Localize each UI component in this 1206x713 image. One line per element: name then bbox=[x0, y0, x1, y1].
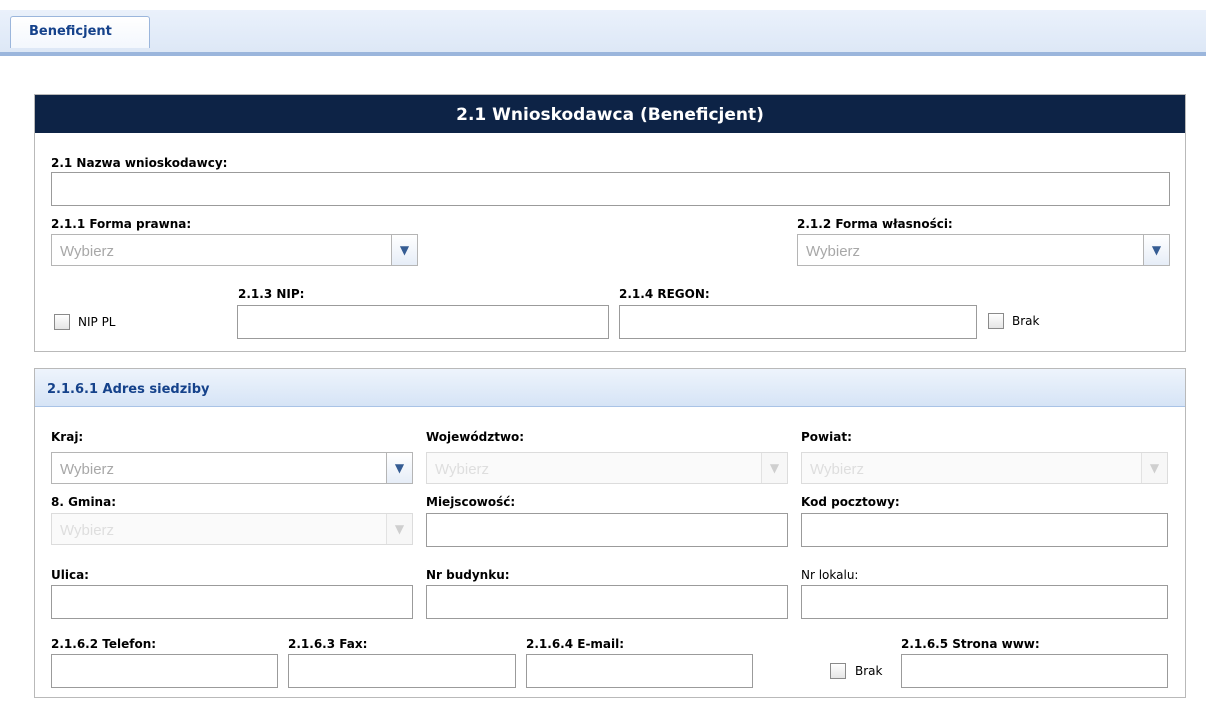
wnioskodawca-panel: 2.1 Wnioskodawca (Beneficjent) 2.1 Nazwa… bbox=[34, 94, 1186, 352]
kraj-select[interactable]: Wybierz ▼ bbox=[51, 452, 413, 484]
nip-input[interactable] bbox=[237, 305, 609, 339]
chevron-down-icon[interactable]: ▼ bbox=[761, 453, 787, 483]
regon-input[interactable] bbox=[619, 305, 977, 339]
chevron-down-icon[interactable]: ▼ bbox=[1141, 453, 1167, 483]
tab-bar: Beneficjent bbox=[0, 10, 1206, 56]
nip-label: 2.1.3 NIP: bbox=[238, 287, 305, 301]
chevron-down-icon[interactable]: ▼ bbox=[391, 235, 417, 265]
fax-input[interactable] bbox=[288, 654, 516, 688]
wojewodztwo-value: Wybierz bbox=[435, 461, 490, 478]
chevron-down-icon[interactable]: ▼ bbox=[386, 514, 412, 544]
chevron-down-icon[interactable]: ▼ bbox=[386, 453, 412, 483]
tab-underline bbox=[0, 52, 1206, 55]
email-input[interactable] bbox=[526, 654, 753, 688]
email-label: 2.1.6.4 E-mail: bbox=[526, 637, 625, 651]
forma-prawna-label: 2.1.1 Forma prawna: bbox=[51, 217, 192, 231]
fax-label: 2.1.6.3 Fax: bbox=[288, 637, 368, 651]
address-title: 2.1.6.1 Adres siedziby bbox=[35, 369, 1185, 407]
kraj-label: Kraj: bbox=[51, 430, 84, 444]
powiat-value: Wybierz bbox=[810, 461, 865, 478]
forma-wlasnosci-label: 2.1.2 Forma własności: bbox=[797, 217, 953, 231]
miejscowosc-input[interactable] bbox=[426, 513, 788, 547]
forma-wlasnosci-select[interactable]: Wybierz ▼ bbox=[797, 234, 1170, 266]
telefon-label: 2.1.6.2 Telefon: bbox=[51, 637, 157, 651]
powiat-label: Powiat: bbox=[801, 430, 852, 444]
ulica-label: Ulica: bbox=[51, 568, 89, 582]
www-label: 2.1.6.5 Strona www: bbox=[901, 637, 1040, 651]
miejscowosc-label: Miejscowość: bbox=[426, 495, 516, 509]
tab-beneficjent[interactable]: Beneficjent bbox=[10, 16, 150, 48]
nr-budynku-label: Nr budynku: bbox=[426, 568, 510, 582]
gmina-select[interactable]: Wybierz ▼ bbox=[51, 513, 413, 545]
www-brak-checkbox[interactable] bbox=[830, 663, 846, 679]
ulica-input[interactable] bbox=[51, 585, 413, 619]
regon-brak-label: Brak bbox=[1012, 314, 1040, 328]
nr-budynku-input[interactable] bbox=[426, 585, 788, 619]
nr-lokalu-label: Nr lokalu: bbox=[801, 568, 859, 582]
www-brak-label: Brak bbox=[855, 664, 883, 678]
kod-pocztowy-label: Kod pocztowy: bbox=[801, 495, 900, 509]
section-title: 2.1 Wnioskodawca (Beneficjent) bbox=[35, 95, 1185, 133]
www-input[interactable] bbox=[901, 654, 1168, 688]
powiat-select[interactable]: Wybierz ▼ bbox=[801, 452, 1168, 484]
nr-lokalu-input[interactable] bbox=[801, 585, 1168, 619]
name-label: 2.1 Nazwa wnioskodawcy: bbox=[51, 156, 228, 170]
wojewodztwo-label: Województwo: bbox=[426, 430, 525, 444]
name-input[interactable] bbox=[51, 172, 1170, 206]
nip-pl-checkbox[interactable] bbox=[54, 314, 70, 330]
kraj-value: Wybierz bbox=[60, 461, 115, 478]
chevron-down-icon[interactable]: ▼ bbox=[1143, 235, 1169, 265]
wojewodztwo-select[interactable]: Wybierz ▼ bbox=[426, 452, 788, 484]
forma-prawna-select[interactable]: Wybierz ▼ bbox=[51, 234, 418, 266]
nip-pl-label: NIP PL bbox=[78, 315, 116, 329]
forma-prawna-value: Wybierz bbox=[60, 243, 115, 260]
regon-brak-checkbox[interactable] bbox=[988, 313, 1004, 329]
kod-pocztowy-input[interactable] bbox=[801, 513, 1168, 547]
gmina-value: Wybierz bbox=[60, 522, 115, 539]
gmina-label: 8. Gmina: bbox=[51, 495, 116, 509]
telefon-input[interactable] bbox=[51, 654, 278, 688]
adres-siedziby-panel: 2.1.6.1 Adres siedziby Kraj: Wybierz ▼ W… bbox=[34, 368, 1186, 698]
regon-label: 2.1.4 REGON: bbox=[619, 287, 710, 301]
forma-wlasnosci-value: Wybierz bbox=[806, 243, 861, 260]
